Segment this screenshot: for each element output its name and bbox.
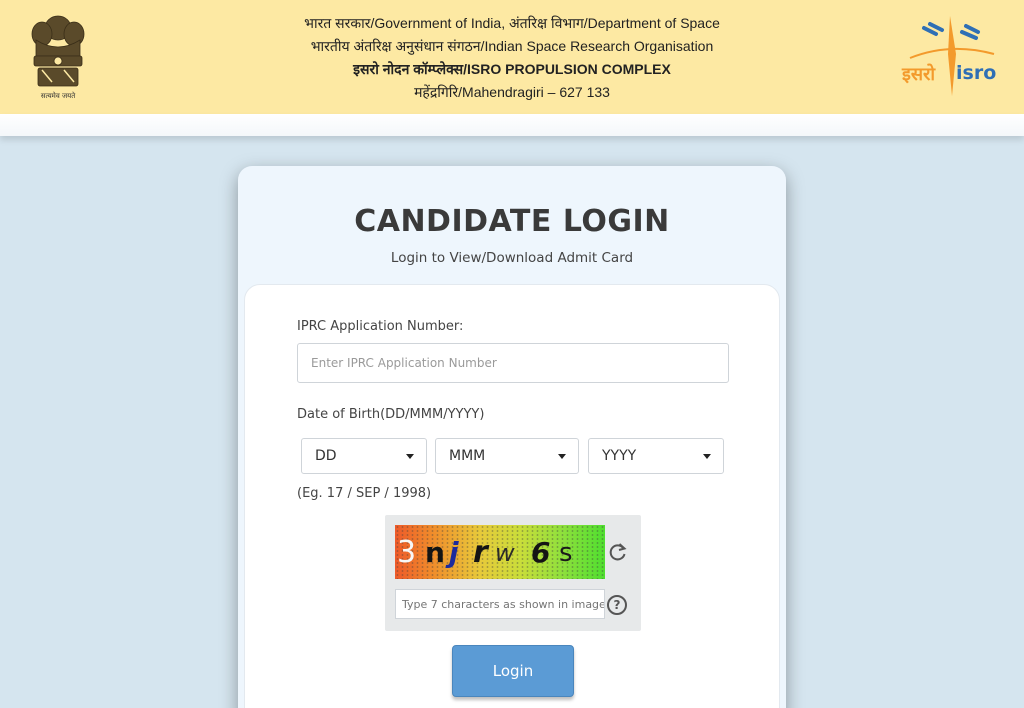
application-number-label: IPRC Application Number: <box>297 319 464 334</box>
chevron-down-icon <box>703 454 711 459</box>
dob-year-select[interactable]: YYYY <box>588 438 724 474</box>
header-line-address: महेंद्रगिरि/Mahendragiri – 627 133 <box>414 84 610 100</box>
captcha-char: n <box>425 536 445 569</box>
isro-rocket-logo-icon <box>909 16 995 96</box>
isro-logo-hindi: इसरो <box>902 64 936 85</box>
captcha-panel: 3 n j r w 6 s ? <box>385 515 641 631</box>
site-header: सत्यमेव जयते भारत सरकार/Government of In… <box>0 0 1024 114</box>
captcha-characters: 3 n j r w 6 s <box>395 531 605 575</box>
captcha-char: 6 <box>531 536 551 569</box>
captcha-image: 3 n j r w 6 s <box>395 525 605 579</box>
header-divider <box>0 114 1024 136</box>
captcha-char: s <box>559 538 573 568</box>
captcha-char: w <box>495 539 515 567</box>
header-titles: भारत सरकार/Government of India, अंतरिक्ष… <box>200 12 824 104</box>
emblem-motto: सत्यमेव जयते <box>40 92 76 100</box>
isro-logo: इसरो isro <box>900 14 1004 104</box>
dob-example: (Eg. 17 / SEP / 1998) <box>297 486 432 501</box>
chevron-down-icon <box>406 454 414 459</box>
dob-month-select[interactable]: MMM <box>435 438 579 474</box>
header-line-isro: भारतीय अंतरिक्ष अनुसंधान संगठन/Indian Sp… <box>310 38 714 54</box>
refresh-icon[interactable] <box>607 541 629 563</box>
page-subtitle: Login to View/Download Admit Card <box>390 250 634 266</box>
dob-label: Date of Birth(DD/MMM/YYYY) <box>297 407 485 422</box>
header-line-government: भारत सरकार/Government of India, अंतरिक्ष… <box>304 15 720 31</box>
help-icon[interactable]: ? <box>607 595 627 615</box>
captcha-input[interactable] <box>395 589 605 619</box>
application-number-input[interactable] <box>297 343 729 383</box>
login-button[interactable]: Login <box>452 645 574 697</box>
login-card: CANDIDATE LOGIN Login to View/Download A… <box>238 166 786 708</box>
dob-day-select[interactable]: DD <box>301 438 427 474</box>
page-title: CANDIDATE LOGIN <box>354 204 670 239</box>
chevron-down-icon <box>558 454 566 459</box>
dob-month-value: MMM <box>449 448 486 464</box>
dob-day-value: DD <box>315 448 337 464</box>
ashoka-emblem-icon <box>31 15 85 87</box>
login-form: IPRC Application Number: Date of Birth(D… <box>244 284 780 708</box>
captcha-char: r <box>473 535 488 570</box>
captcha-char: j <box>449 536 459 569</box>
header-line-iprc: इसरो नोदन कॉम्प्लेक्स/ISRO PROPULSION CO… <box>353 61 671 77</box>
isro-logo-english: isro <box>956 62 997 84</box>
dob-year-value: YYYY <box>602 448 637 464</box>
national-emblem: सत्यमेव जयते <box>22 10 94 106</box>
captcha-char: 3 <box>397 535 417 570</box>
